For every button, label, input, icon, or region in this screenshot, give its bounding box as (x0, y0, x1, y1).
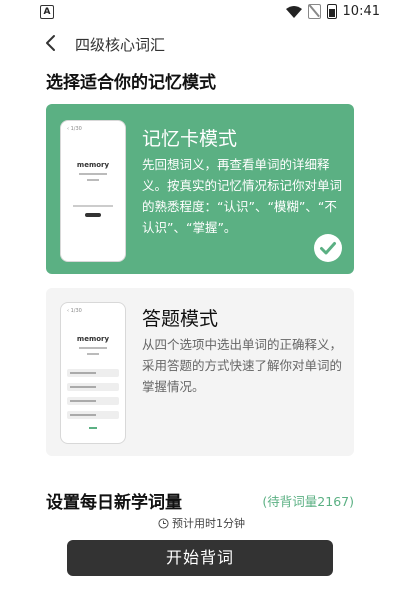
mode-description: 先回想词义，再查看单词的详细释义。按真实的记忆情况标记你对单词的熟悉程度：“认识… (142, 157, 343, 235)
preview-audio (87, 353, 99, 355)
mode-preview-image: ‹ 1/30 memory (60, 302, 126, 444)
wifi-icon (285, 5, 302, 18)
status-bar: A 10:41 (0, 0, 400, 26)
preview-header: ‹ 1/30 (67, 126, 82, 132)
preview-option (67, 369, 119, 377)
clock-icon (158, 517, 169, 529)
pending-words-count: (待背词量2167) (262, 494, 354, 509)
preview-audio (87, 179, 99, 181)
preview-button (85, 213, 101, 217)
daily-words-title: 设置每日新学词量 (46, 493, 182, 513)
mode-description: 从四个选项中选出单词的正确释义，采用答题的方式快速了解你对单词的掌握情况。 (142, 337, 343, 394)
sim-indicator-icon: A (40, 5, 54, 19)
preview-phonetic (79, 347, 107, 349)
estimated-time-text: 预计用时1分钟 (172, 517, 245, 530)
preview-hint (73, 205, 113, 207)
page-title: 四级核心词汇 (75, 36, 166, 54)
no-sim-icon (307, 4, 321, 19)
battery-icon (326, 4, 337, 19)
preview-indicator (89, 427, 97, 429)
check-circle-icon (314, 234, 342, 262)
preview-phonetic (79, 173, 107, 175)
preview-word: memory (76, 335, 110, 343)
status-time: 10:41 (342, 4, 380, 19)
preview-header: ‹ 1/30 (67, 308, 82, 314)
mode-card-memory[interactable]: ‹ 1/30 memory 记忆卡模式 先回想词义，再查看单词的详细释义。按真实… (46, 104, 354, 274)
preview-option (67, 397, 119, 405)
preview-option (67, 411, 119, 419)
mode-title: 答题模式 (142, 308, 219, 330)
estimated-time: 预计用时1分钟 (158, 515, 245, 531)
section-title: 选择适合你的记忆模式 (46, 73, 216, 93)
preview-word: memory (76, 161, 110, 169)
preview-option (67, 383, 119, 391)
mode-title: 记忆卡模式 (142, 128, 238, 150)
mode-card-quiz[interactable]: ‹ 1/30 memory 答题模式 从四个选项中选出单词的正确释义，采用答题的… (46, 288, 354, 456)
top-bar: 四级核心词汇 (0, 28, 400, 58)
status-icons: 10:41 (285, 4, 380, 19)
start-button[interactable]: 开始背词 (67, 540, 333, 576)
mode-preview-image: ‹ 1/30 memory (60, 120, 126, 262)
chevron-left-icon[interactable] (44, 34, 58, 52)
